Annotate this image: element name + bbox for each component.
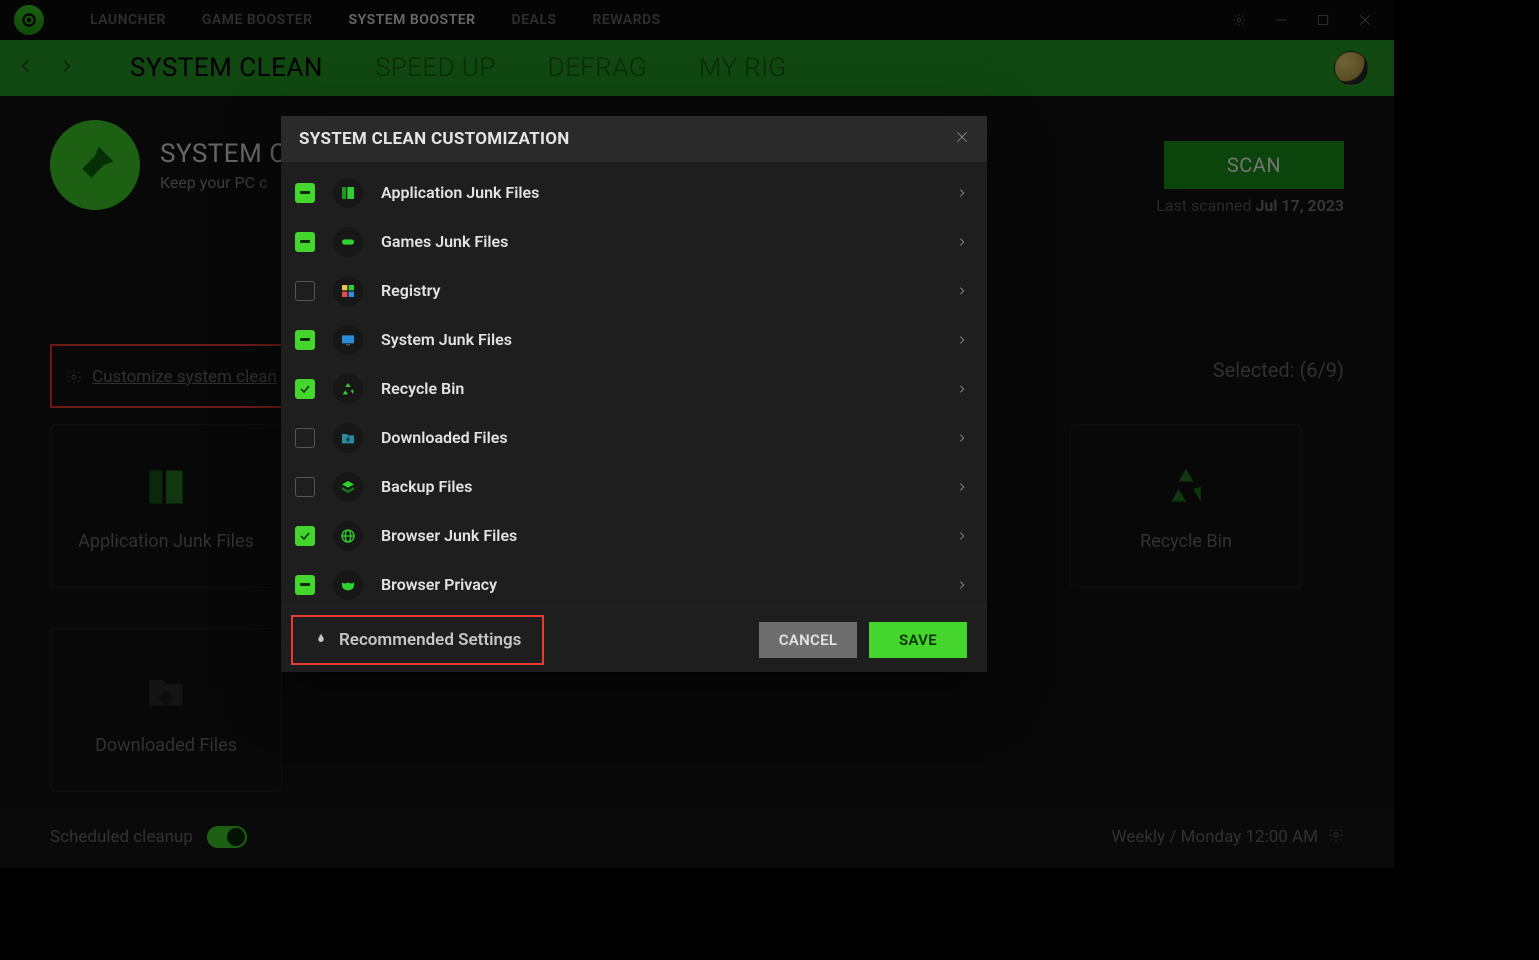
- category-row[interactable]: System Junk Files: [281, 315, 987, 364]
- category-row[interactable]: Backup Files: [281, 462, 987, 511]
- category-label: Application Junk Files: [381, 183, 939, 202]
- modal-category-list: Application Junk Files Games Junk Files Re…: [281, 162, 987, 606]
- modal-header: SYSTEM CLEAN CUSTOMIZATION: [281, 116, 987, 162]
- category-row[interactable]: Downloaded Files: [281, 413, 987, 462]
- recommended-settings-label: Recommended Settings: [339, 630, 521, 650]
- modal-footer: Recommended Settings CANCEL SAVE: [281, 606, 987, 672]
- category-label: Downloaded Files: [381, 428, 939, 447]
- category-icon: [333, 325, 363, 355]
- category-icon: [333, 521, 363, 551]
- category-checkbox[interactable]: [295, 575, 315, 595]
- category-row[interactable]: Browser Privacy: [281, 560, 987, 606]
- category-checkbox[interactable]: [295, 526, 315, 546]
- recommended-settings-button[interactable]: Recommended Settings: [291, 615, 544, 665]
- category-checkbox[interactable]: [295, 379, 315, 399]
- chevron-right-icon[interactable]: [957, 477, 967, 496]
- category-icon: [333, 472, 363, 502]
- category-checkbox[interactable]: [295, 428, 315, 448]
- chevron-right-icon[interactable]: [957, 330, 967, 349]
- chevron-right-icon[interactable]: [957, 281, 967, 300]
- category-icon: [333, 178, 363, 208]
- chevron-right-icon[interactable]: [957, 183, 967, 202]
- category-icon: [333, 570, 363, 600]
- category-checkbox[interactable]: [295, 232, 315, 252]
- category-label: Browser Junk Files: [381, 526, 939, 545]
- modal-title: SYSTEM CLEAN CUSTOMIZATION: [299, 129, 570, 149]
- save-button[interactable]: SAVE: [869, 622, 967, 658]
- category-icon: [333, 276, 363, 306]
- category-icon: [333, 227, 363, 257]
- category-label: Recycle Bin: [381, 379, 939, 398]
- chevron-right-icon[interactable]: [957, 428, 967, 447]
- category-checkbox[interactable]: [295, 330, 315, 350]
- category-row[interactable]: Application Junk Files: [281, 168, 987, 217]
- chevron-right-icon[interactable]: [957, 575, 967, 594]
- category-icon: [333, 374, 363, 404]
- category-label: Backup Files: [381, 477, 939, 496]
- category-label: Registry: [381, 281, 939, 300]
- category-icon: [333, 423, 363, 453]
- category-row[interactable]: Registry: [281, 266, 987, 315]
- category-row[interactable]: Recycle Bin: [281, 364, 987, 413]
- category-label: Browser Privacy: [381, 575, 939, 594]
- category-checkbox[interactable]: [295, 281, 315, 301]
- category-label: System Junk Files: [381, 330, 939, 349]
- category-checkbox[interactable]: [295, 477, 315, 497]
- chevron-right-icon[interactable]: [957, 526, 967, 545]
- modal-close-icon[interactable]: [955, 129, 969, 149]
- category-checkbox[interactable]: [295, 183, 315, 203]
- cancel-button[interactable]: CANCEL: [759, 622, 857, 658]
- category-row[interactable]: Games Junk Files: [281, 217, 987, 266]
- category-row[interactable]: Browser Junk Files: [281, 511, 987, 560]
- category-label: Games Junk Files: [381, 232, 939, 251]
- chevron-right-icon[interactable]: [957, 379, 967, 398]
- chevron-right-icon[interactable]: [957, 232, 967, 251]
- system-clean-customization-modal: SYSTEM CLEAN CUSTOMIZATION Application J…: [281, 116, 987, 672]
